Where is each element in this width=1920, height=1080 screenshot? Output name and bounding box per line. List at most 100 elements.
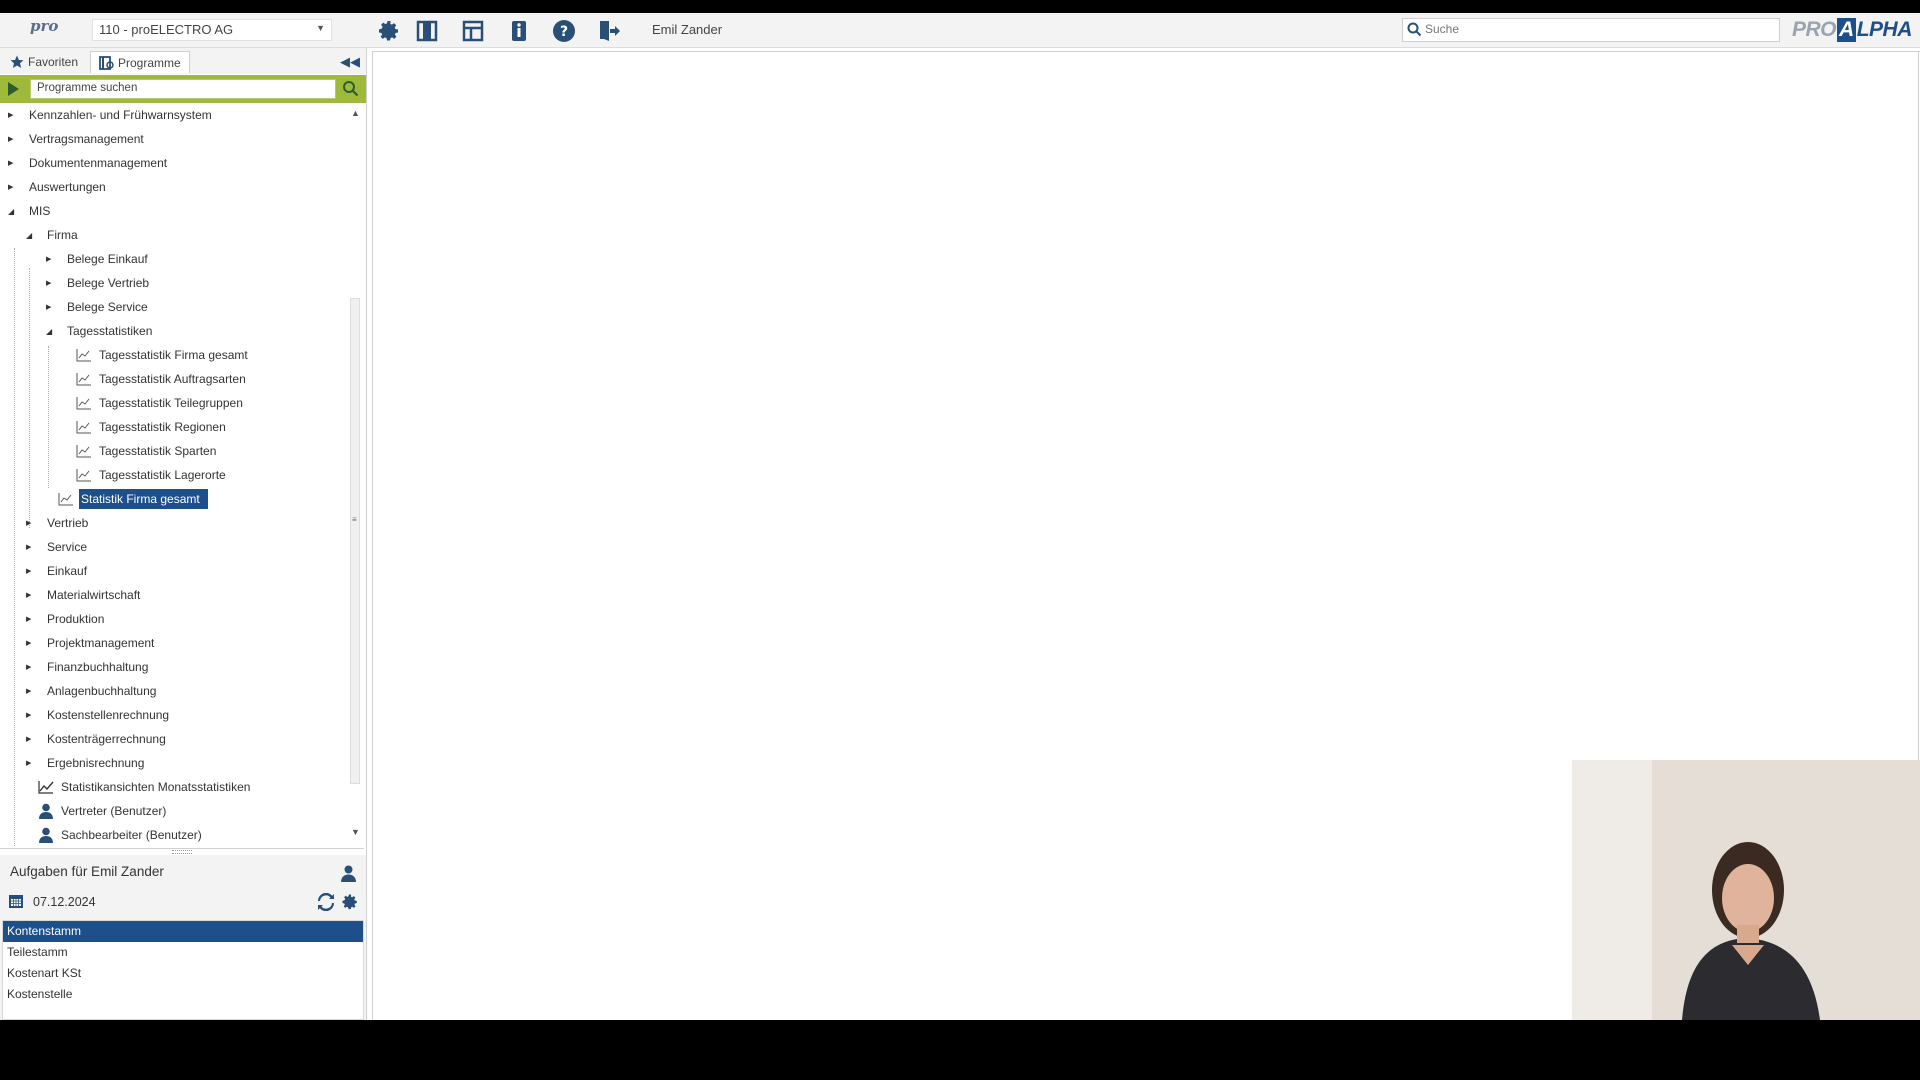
chevron-right-icon[interactable]: ▶ <box>26 567 36 575</box>
tree-item-label: Anlagenbuchhaltung <box>47 684 157 698</box>
tree-item-label: Kostenträgerrechnung <box>47 732 166 746</box>
tree-item[interactable]: Vertreter (Benutzer) <box>38 800 168 822</box>
chevron-right-icon[interactable]: ▶ <box>26 543 36 551</box>
refresh-icon[interactable] <box>317 892 335 914</box>
exit-icon[interactable] <box>596 18 622 44</box>
search-icon[interactable] <box>342 80 359 100</box>
task-item[interactable]: Teilestamm <box>3 942 363 963</box>
chevron-right-icon[interactable]: ▶ <box>26 735 36 743</box>
tree-item[interactable]: Sachbearbeiter (Benutzer) <box>38 824 204 846</box>
chart-icon <box>58 492 74 506</box>
chevron-right-icon[interactable]: ▶ <box>26 711 36 719</box>
tree-item[interactable]: ▶ Kostenträgerrechnung <box>26 728 168 750</box>
scroll-down-arrow[interactable]: ▼ <box>351 827 360 837</box>
panel-columns-icon[interactable] <box>414 18 440 44</box>
tree-item-label: MIS <box>29 204 51 218</box>
tree-item[interactable]: ▶ Anlagenbuchhaltung <box>26 680 158 702</box>
tree-item[interactable]: ▶ Ergebnisrechnung <box>26 752 146 774</box>
person-icon[interactable] <box>340 865 357 885</box>
chevron-right-icon[interactable]: ▶ <box>8 159 18 167</box>
tree-item[interactable]: ▶ Finanzbuchhaltung <box>26 656 150 678</box>
chevron-right-icon[interactable]: ▶ <box>8 111 18 119</box>
tab-programme[interactable]: Programme <box>90 51 190 73</box>
tree-item[interactable]: ▶ Belege Einkauf <box>46 248 150 270</box>
chevron-right-icon[interactable]: ▶ <box>26 663 36 671</box>
calendar-icon[interactable] <box>8 893 24 912</box>
chevron-right-icon[interactable]: ▶ <box>26 687 36 695</box>
tree-item[interactable]: ▶ Dokumentenmanagement <box>8 152 169 174</box>
tree-item[interactable]: Tagesstatistik Teilegruppen <box>76 392 245 414</box>
chart-icon <box>76 348 92 362</box>
tree-item[interactable]: Tagesstatistik Regionen <box>76 416 228 438</box>
help-icon[interactable]: ? <box>551 18 577 44</box>
chevron-right-icon[interactable]: ▶ <box>8 135 18 143</box>
chevron-right-icon[interactable]: ▶ <box>46 279 56 287</box>
tree-item-label: Produktion <box>47 612 105 626</box>
tree-item-label: Tagesstatistik Teilegruppen <box>99 396 243 410</box>
chevron-right-icon[interactable]: ▶ <box>26 615 36 623</box>
chevron-right-icon[interactable]: ▶ <box>8 183 18 191</box>
global-search[interactable] <box>1402 18 1780 42</box>
chevron-right-icon[interactable]: ▶ <box>46 303 56 311</box>
chevron-right-icon[interactable]: ▶ <box>26 759 36 767</box>
letterbox-bottom <box>0 1020 1920 1080</box>
chevron-right-icon[interactable]: ▶ <box>26 591 36 599</box>
brand-logo: PRO A LPHA <box>1792 18 1912 42</box>
task-item[interactable]: Kontenstamm <box>3 921 363 942</box>
tree-item[interactable]: ▶ Kennzahlen- und Frühwarnsystem <box>8 106 214 126</box>
tree-item[interactable]: Statistikansichten Monatsstatistiken <box>38 776 252 798</box>
tree-item-label: Kennzahlen- und Frühwarnsystem <box>29 108 212 122</box>
tree-item[interactable]: ▶ Service <box>26 536 89 558</box>
tree-item[interactable]: ▶ Belege Vertrieb <box>46 272 151 294</box>
layout-icon[interactable] <box>460 18 486 44</box>
tree-item[interactable]: ▶ Einkauf <box>26 560 89 582</box>
program-search-input[interactable]: Programme suchen <box>30 79 336 99</box>
program-search-bar: Programme suchen <box>0 75 366 103</box>
tree-item[interactable]: ▶ Materialwirtschaft <box>26 584 142 606</box>
global-search-input[interactable] <box>1423 21 1767 37</box>
tree-item-label: Tagesstatistiken <box>67 324 153 338</box>
tab-favoriten[interactable]: Favoriten <box>2 51 86 73</box>
panel-splitter[interactable] <box>0 848 364 855</box>
play-icon[interactable] <box>8 82 19 96</box>
chevron-right-icon[interactable]: ▶ <box>26 519 36 527</box>
chevron-right-icon[interactable]: ▶ <box>46 255 56 263</box>
tree-item[interactable]: Tagesstatistik Auftragsarten <box>76 368 248 390</box>
tree-item[interactable]: ◢ Tagesstatistiken <box>46 320 154 342</box>
task-item[interactable]: Kostenart KSt <box>3 963 363 984</box>
chevron-down-icon[interactable]: ◢ <box>26 231 36 240</box>
tree-item[interactable]: Statistik Firma gesamt <box>58 488 208 510</box>
scroll-up-arrow[interactable]: ▲ <box>351 108 360 118</box>
chevron-right-icon[interactable]: ▶ <box>26 639 36 647</box>
tasks-panel: Aufgaben für Emil Zander 07.12.2024 Kont… <box>0 855 366 1020</box>
tree-item[interactable]: ◢ Firma <box>26 224 80 246</box>
tree-item[interactable]: ▶ Auswertungen <box>8 176 108 198</box>
tree-item[interactable]: Tagesstatistik Firma gesamt <box>76 344 250 366</box>
tree-item[interactable]: ▶ Kostenstellenrechnung <box>26 704 171 726</box>
gear-icon[interactable] <box>341 893 359 914</box>
chevron-down-icon[interactable]: ◢ <box>46 327 56 336</box>
company-select[interactable]: 110 - proELECTRO AG ▼ <box>92 19 332 41</box>
info-icon[interactable] <box>506 18 532 44</box>
collapse-panel-icon[interactable]: ◀◀ <box>340 54 360 70</box>
tree-item[interactable]: ▶ Projektmanagement <box>26 632 156 654</box>
tree-item[interactable]: Tagesstatistik Lagerorte <box>76 464 228 486</box>
tree-item[interactable]: ▶ Belege Service <box>46 296 150 318</box>
tree-item[interactable]: ▶ Vertrieb <box>26 512 90 534</box>
tree-item-label: Vertrieb <box>47 516 89 530</box>
chevron-down-icon: ▼ <box>316 23 325 33</box>
tree-item[interactable]: ▶ Vertragsmanagement <box>8 128 146 150</box>
tree-item-label: Tagesstatistik Sparten <box>99 444 217 458</box>
tree-item[interactable]: ◢ MIS <box>8 200 52 222</box>
gear-icon[interactable] <box>376 18 402 44</box>
tree-item[interactable]: Tagesstatistik Sparten <box>76 440 218 462</box>
tree-item[interactable]: ▶ Produktion <box>26 608 106 630</box>
task-item[interactable]: Kostenstelle <box>3 984 363 1005</box>
presenter-video <box>1572 760 1920 1020</box>
tree-item-label: Sachbearbeiter (Benutzer) <box>61 828 202 842</box>
chevron-down-icon[interactable]: ◢ <box>8 207 18 216</box>
tree-item-label: Einkauf <box>47 564 88 578</box>
nav-tabs: Favoriten Programme ◀◀ <box>0 48 366 74</box>
scroll-grip[interactable]: ≡ <box>352 516 358 524</box>
tree-scrollbar[interactable] <box>350 298 360 784</box>
